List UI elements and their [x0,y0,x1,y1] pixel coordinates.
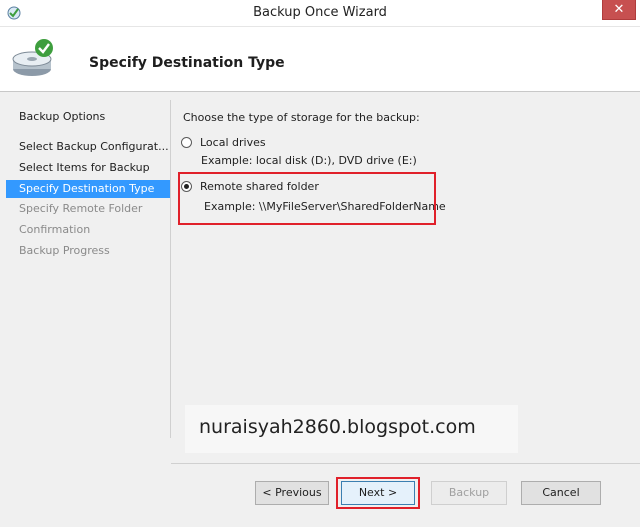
previous-button[interactable]: < Previous [255,481,329,505]
local-drives-example: Example: local disk (D:), DVD drive (E:) [201,154,417,167]
step-specify-remote-folder: Specify Remote Folder [19,202,143,215]
wizard-body: Backup Options Select Backup Configurat.… [0,92,640,527]
backup-button: Backup [431,481,507,505]
step-specify-destination-type[interactable]: Specify Destination Type [6,180,170,198]
step-confirmation: Confirmation [19,223,91,236]
step-select-backup-configuration[interactable]: Select Backup Configurat... [6,138,170,156]
page-title: Specify Destination Type [89,55,285,71]
steps-panel: Backup Options Select Backup Configurat.… [6,100,171,438]
close-button[interactable]: ✕ [602,0,636,20]
disk-backup-icon [12,39,53,76]
local-drives-radio[interactable] [181,137,192,148]
watermark-text: nuraisyah2860.blogspot.com [199,416,476,438]
next-button-highlight [336,477,420,509]
watermark: nuraisyah2860.blogspot.com [185,405,518,453]
step-select-items-for-backup[interactable]: Select Items for Backup [6,159,170,177]
title-bar: Backup Once Wizard ✕ [0,0,640,27]
window-title: Backup Once Wizard [253,5,387,20]
step-backup-options[interactable]: Backup Options [6,108,170,126]
storage-type-prompt: Choose the type of storage for the backu… [183,111,420,124]
step-backup-progress: Backup Progress [19,244,110,257]
remote-folder-highlight [178,172,436,225]
local-drives-label[interactable]: Local drives [200,135,266,151]
cancel-button[interactable]: Cancel [521,481,601,505]
wizard-header: Specify Destination Type [0,27,640,92]
footer-divider [171,463,640,464]
